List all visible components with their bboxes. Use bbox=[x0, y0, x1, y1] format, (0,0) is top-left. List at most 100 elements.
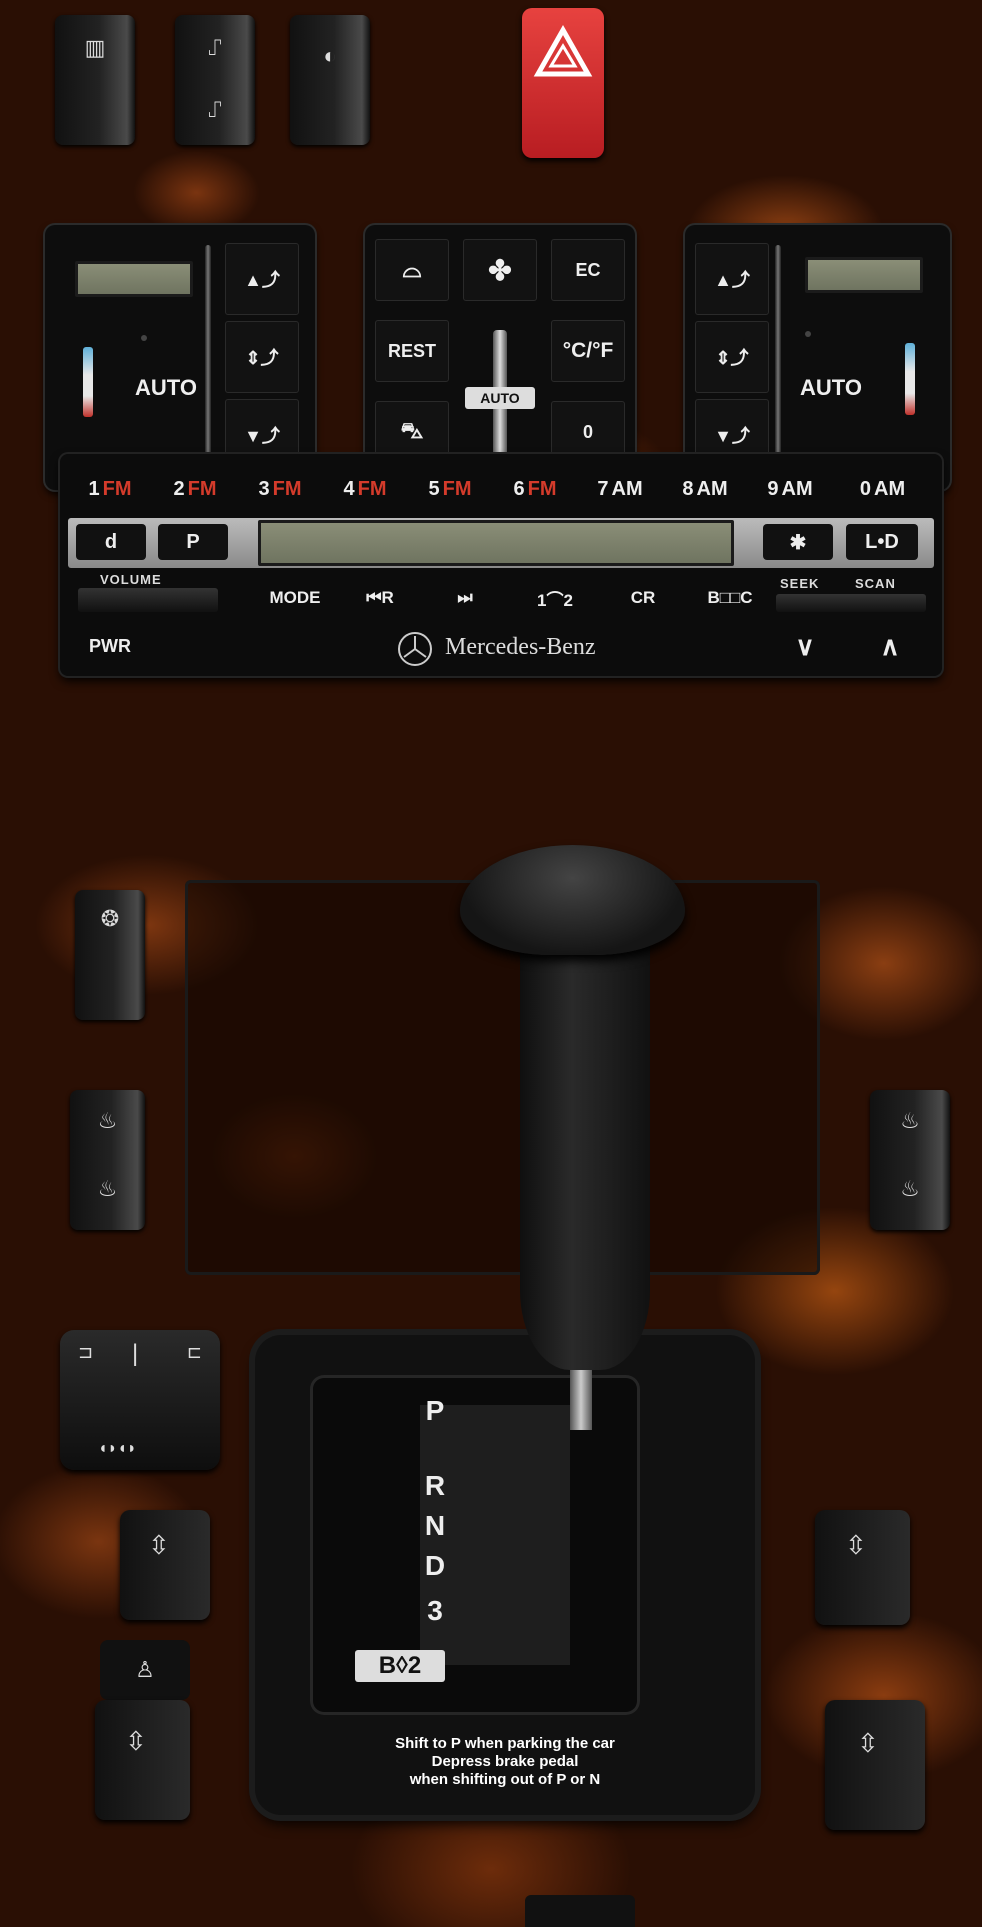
seat-heater-icon: ♨ bbox=[97, 1176, 118, 1201]
temperature-display-left bbox=[75, 261, 193, 297]
preset-number: 0 bbox=[859, 477, 871, 500]
shift-caption-line-1: Shift to P when parking the car bbox=[395, 1735, 615, 1752]
preset-button-4[interactable]: 4 FM bbox=[325, 464, 405, 514]
auto-button-right[interactable]: AUTO bbox=[800, 375, 890, 425]
shift-caption-line-2: Depress brake pedal bbox=[431, 1753, 579, 1770]
preset-button-1[interactable]: 1 FM bbox=[70, 464, 150, 514]
window-up-down-icon: ⇳ bbox=[857, 1728, 879, 1758]
preset-button-5[interactable]: 5 FM bbox=[410, 464, 490, 514]
seat-memory-switch[interactable]: ⑀ ⑀ bbox=[175, 15, 255, 145]
preset-number: 1 bbox=[88, 477, 100, 500]
preset-number: 9 bbox=[767, 477, 779, 500]
hazard-triangle-icon bbox=[533, 24, 593, 77]
headlamp-icon: ◐ bbox=[323, 43, 337, 68]
ec-button[interactable]: EC bbox=[551, 239, 625, 301]
auto-button-left[interactable]: AUTO bbox=[135, 375, 225, 425]
hazard-button[interactable] bbox=[522, 8, 604, 158]
preset-band: AM bbox=[611, 477, 643, 500]
climate-right-panel: ▲⤴ ⇕⤴ ▼⤴ AUTO bbox=[685, 225, 950, 490]
windshield-defrost-icon: ⌓ bbox=[402, 256, 422, 283]
rewind-button[interactable]: ⏮R bbox=[345, 578, 415, 618]
seat-heater-icon: ♨ bbox=[97, 1108, 118, 1133]
fan-icon: ✤ bbox=[488, 254, 512, 286]
rear-defrost-switch[interactable]: ▥ bbox=[55, 15, 135, 145]
preset-button-6[interactable]: 6 FM bbox=[495, 464, 575, 514]
window-switch-rear-right[interactable]: ⇳ bbox=[815, 1510, 910, 1625]
seat-heater-icon: ♨ bbox=[900, 1108, 920, 1133]
dolby-key[interactable]: d bbox=[76, 524, 146, 560]
mode-button[interactable]: MODE bbox=[260, 578, 330, 618]
radio-unit: 1 FM 2 FM 3 FM 4 FM 5 FM 6 FM 7 AM 8 AM 9 AM 0 AM … bbox=[60, 454, 942, 676]
separator bbox=[775, 245, 781, 475]
airflow-up-button-left[interactable]: ▲⤴ bbox=[225, 243, 299, 315]
shift-caption-line-3: when shifting out of P or N bbox=[409, 1771, 601, 1788]
tape-side-button[interactable]: 1⌒2 bbox=[515, 578, 595, 618]
program-key[interactable]: P bbox=[158, 524, 228, 560]
cr-button[interactable]: CR bbox=[608, 578, 678, 618]
auto-button-center[interactable]: AUTO bbox=[465, 387, 535, 409]
preset-button-7[interactable]: 7 AM bbox=[580, 464, 660, 514]
volume-knob[interactable] bbox=[78, 588, 218, 612]
preset-band: AM bbox=[781, 477, 813, 500]
preset-button-0[interactable]: 0 AM bbox=[840, 464, 925, 514]
gear-lever-boot[interactable] bbox=[520, 900, 650, 1370]
airflow-mid-button-right[interactable]: ⇕⤴ bbox=[695, 321, 769, 393]
temperature-bar-left bbox=[83, 347, 93, 417]
indicator-led bbox=[141, 335, 147, 341]
volume-label: VOLUME bbox=[100, 572, 162, 587]
seek-scan-rocker[interactable] bbox=[776, 594, 926, 612]
preset-number: 4 bbox=[343, 477, 355, 500]
mirror-selector-knob[interactable]: ⊐ | ⊏ ◖◗◖◗ bbox=[60, 1330, 220, 1470]
gear-position-d: D bbox=[424, 1550, 446, 1581]
tune-down-button[interactable]: ∨ bbox=[770, 624, 840, 668]
gear-lever-knob[interactable] bbox=[460, 845, 685, 955]
right-seat-heater-switch[interactable]: ♨ ♨ bbox=[870, 1090, 950, 1230]
console-lid-latch[interactable] bbox=[525, 1895, 635, 1927]
airflow-mid-button-left[interactable]: ⇕⤴ bbox=[225, 321, 299, 393]
left-seat-heater-switch[interactable]: ♨ ♨ bbox=[70, 1090, 145, 1230]
preset-button-3[interactable]: 3 FM bbox=[240, 464, 320, 514]
preset-number: 2 bbox=[173, 477, 185, 500]
defrost-button[interactable]: ⌓ bbox=[375, 239, 449, 301]
dolby-bc-button[interactable]: B□□C bbox=[690, 578, 770, 618]
airflow-up-button-right[interactable]: ▲⤴ bbox=[695, 243, 769, 315]
temperature-display-right bbox=[805, 257, 923, 293]
traction-switch[interactable]: ❂ bbox=[75, 890, 145, 1020]
window-up-down-icon: ⇳ bbox=[845, 1530, 867, 1560]
gear-position-3: 3 bbox=[427, 1595, 443, 1626]
window-switch-rear-left[interactable]: ⇳ bbox=[120, 1510, 210, 1620]
preset-number: 3 bbox=[258, 477, 270, 500]
mirror-right-icon: ⊏ bbox=[186, 1342, 202, 1362]
preset-band: FM bbox=[187, 477, 217, 500]
star-key[interactable]: ✱ bbox=[763, 524, 833, 560]
brand-label: Mercedes-Benz bbox=[445, 634, 596, 660]
preset-band: FM bbox=[442, 477, 472, 500]
temperature-unit-button[interactable]: °C/°F bbox=[551, 320, 625, 382]
preset-button-2[interactable]: 2 FM bbox=[155, 464, 235, 514]
climate-left-panel: AUTO ▲⤴ ⇕⤴ ▼⤴ bbox=[45, 225, 315, 490]
ld-key[interactable]: L•D bbox=[846, 524, 918, 560]
rear-defrost-icon: ▥ bbox=[84, 35, 106, 60]
rest-button[interactable]: REST bbox=[375, 320, 449, 382]
child-lock-button[interactable]: ♙ bbox=[100, 1640, 190, 1700]
separator bbox=[205, 245, 211, 475]
headlamp-range-switch[interactable]: ◐ bbox=[290, 15, 370, 145]
window-switch-front-right[interactable]: ⇳ bbox=[825, 1700, 925, 1830]
temperature-bar-right bbox=[905, 343, 915, 415]
fast-forward-button[interactable]: ⏭ bbox=[430, 578, 500, 618]
preset-band: FM bbox=[527, 477, 557, 500]
mirror-left-icon: ⊐ bbox=[78, 1342, 94, 1362]
power-button[interactable]: PWR bbox=[80, 626, 140, 666]
preset-button-9[interactable]: 9 AM bbox=[750, 464, 830, 514]
seat-heater-icon: ♨ bbox=[900, 1176, 920, 1201]
scan-label: SCAN bbox=[855, 576, 896, 591]
preset-number: 7 bbox=[597, 477, 609, 500]
preset-band: AM bbox=[696, 477, 728, 500]
preset-button-8[interactable]: 8 AM bbox=[665, 464, 745, 514]
traction-icon: ❂ bbox=[100, 906, 120, 931]
indicator-led bbox=[805, 331, 811, 337]
fan-button[interactable]: ✤ bbox=[463, 239, 537, 301]
tune-up-button[interactable]: ∧ bbox=[855, 624, 925, 668]
window-switch-front-left[interactable]: ⇳ bbox=[95, 1700, 190, 1820]
gear-position-p: P bbox=[425, 1395, 445, 1426]
